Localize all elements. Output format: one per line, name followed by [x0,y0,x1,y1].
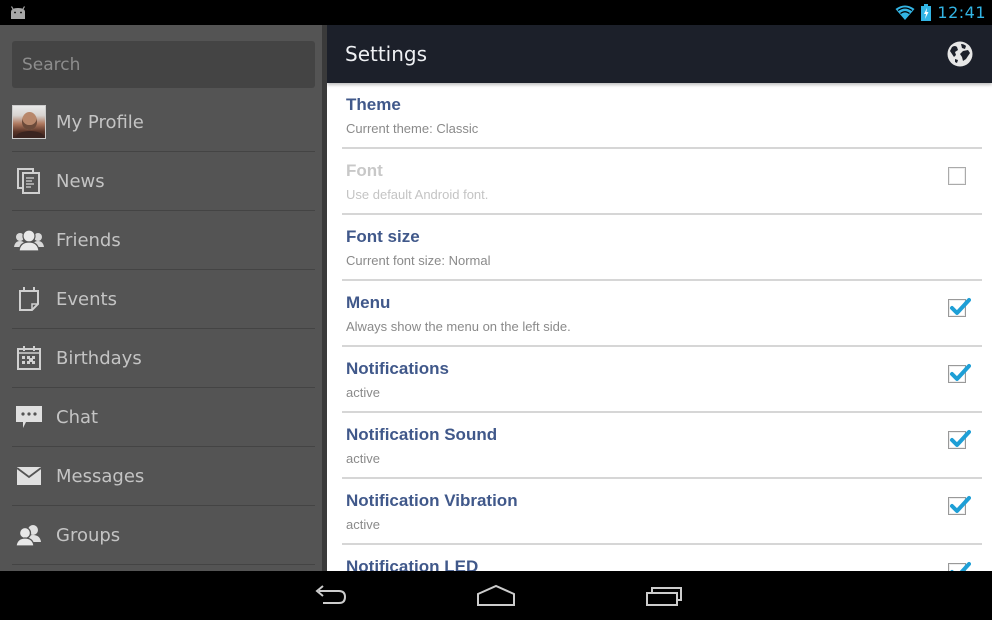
sidebar-nav: My Profile News Friends Events Birthdays… [12,93,315,565]
sidebar-item-messages[interactable]: Messages [12,447,315,506]
chat-icon [16,406,42,428]
sidebar-item-label: Groups [56,524,121,546]
sidebar-item-birthdays[interactable]: Birthdays [12,329,315,388]
sidebar-item-label: News [56,170,105,192]
birthdays-icon [17,346,41,370]
font-checkbox [948,167,966,185]
setting-notification-led[interactable]: Notification LED [342,545,982,571]
notification-vibration-checkbox[interactable] [948,496,971,515]
sidebar-item-friends[interactable]: Friends [12,211,315,270]
setting-notification-vibration[interactable]: Notification Vibration active [342,479,982,545]
globe-icon[interactable] [946,40,974,68]
status-bar: 12:41 [0,0,992,25]
sidebar-item-label: Friends [56,229,121,251]
checkmark-icon [950,298,971,315]
navigation-bar [0,571,992,620]
battery-charging-icon [921,4,932,21]
avatar [12,105,46,139]
page-title: Settings [345,42,428,66]
clock: 12:41 [937,3,986,22]
settings-list: Theme Current theme: Classic Font Use de… [327,83,992,571]
recent-apps-icon[interactable] [644,583,684,609]
sidebar-item-chat[interactable]: Chat [12,388,315,447]
setting-theme[interactable]: Theme Current theme: Classic [342,83,982,149]
action-bar: Settings [327,25,992,83]
sidebar-item-label: Birthdays [56,347,142,369]
wifi-icon [895,5,915,20]
setting-title: Menu [346,293,391,312]
setting-title: Notifications [346,359,449,378]
search-input[interactable] [22,54,305,75]
setting-title: Notification Vibration [346,491,518,510]
setting-summary: active [346,451,380,466]
setting-summary: active [346,385,380,400]
friends-icon [14,229,44,251]
settings-panel: Settings Theme Current theme: Classic Fo… [327,25,992,571]
sidebar-item-news[interactable]: News [12,152,315,211]
sidebar-item-label: Events [56,288,117,310]
sidebar-item-events[interactable]: Events [12,270,315,329]
checkmark-icon [950,364,971,381]
setting-notifications[interactable]: Notifications active [342,347,982,413]
sidebar-item-groups[interactable]: Groups [12,506,315,565]
menu-checkbox[interactable] [948,298,971,317]
events-icon [19,287,39,311]
setting-title: Notification LED [346,557,479,571]
groups-icon [16,525,41,546]
setting-title: Font size [346,227,420,246]
notifications-checkbox[interactable] [948,364,971,383]
checkmark-icon [950,562,971,571]
setting-font-size[interactable]: Font size Current font size: Normal [342,215,982,281]
back-icon[interactable] [309,583,349,609]
setting-title: Font [346,161,383,180]
search-box[interactable] [12,41,315,88]
sidebar-item-label: Messages [56,465,145,487]
setting-summary: Current theme: Classic [346,121,479,136]
setting-summary: Always show the menu on the left side. [346,319,571,334]
sidebar-item-label: Chat [56,406,99,428]
news-icon [17,168,40,194]
setting-title: Notification Sound [346,425,498,444]
setting-title: Theme [346,95,401,114]
notification-led-checkbox[interactable] [948,562,971,571]
android-icon [10,6,26,19]
setting-font: Font Use default Android font. [342,149,982,215]
messages-icon [16,467,42,485]
setting-summary: active [346,517,380,532]
sidebar-item-my-profile[interactable]: My Profile [12,93,315,152]
setting-summary: Use default Android font. [346,187,489,202]
setting-menu[interactable]: Menu Always show the menu on the left si… [342,281,982,347]
setting-notification-sound[interactable]: Notification Sound active [342,413,982,479]
sidebar-menu: My Profile News [0,25,326,571]
setting-summary: Current font size: Normal [346,253,491,268]
checkmark-icon [950,496,971,513]
notification-sound-checkbox[interactable] [948,430,971,449]
sidebar-item-label: My Profile [56,111,144,133]
home-icon[interactable] [476,583,516,609]
checkmark-icon [950,430,971,447]
